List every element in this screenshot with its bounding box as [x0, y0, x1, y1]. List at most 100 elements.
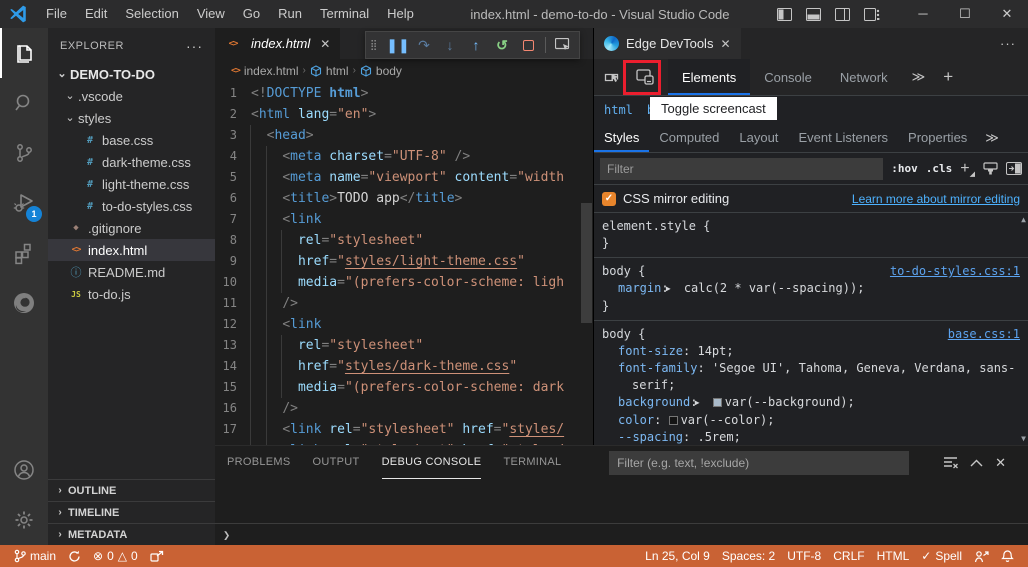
code-line[interactable]: 5 <meta name="viewport" content="width [215, 167, 593, 188]
cursor-position[interactable]: Ln 25, Col 9 [639, 545, 716, 567]
step-into-button[interactable]: ↓ [438, 33, 462, 57]
debug-launch-indicator[interactable] [144, 545, 170, 567]
close-panel-icon[interactable]: ✕ [995, 455, 1006, 471]
inspect-page-button[interactable] [551, 33, 575, 57]
tree-item-to-do-js[interactable]: JSto-do.js [48, 283, 215, 305]
css-rule[interactable]: element.style {} [594, 213, 1028, 258]
styles-tabs-overflow-icon[interactable]: ≫ [977, 123, 1007, 152]
panel-tab-debug-console[interactable]: DEBUG CONSOLE [382, 447, 482, 479]
tree-item-to-do-styles-css[interactable]: #to-do-styles.css [48, 195, 215, 217]
scroll-up-icon[interactable]: ▲ [1021, 215, 1026, 224]
tab-edge-devtools[interactable]: Edge DevTools ✕ [594, 28, 741, 59]
explorer-actions-icon[interactable]: ··· [186, 38, 203, 54]
styles-tab-event-listeners[interactable]: Event Listeners [788, 123, 898, 152]
activity-accounts[interactable] [0, 445, 48, 495]
activity-edge-devtools[interactable] [0, 278, 48, 328]
code-line[interactable]: 3 <head> [215, 125, 593, 146]
devtools-tab-elements[interactable]: Elements [668, 59, 750, 95]
css-file-link[interactable]: base.css:1 [940, 326, 1020, 343]
pause-button[interactable]: ❚❚ [386, 33, 410, 57]
maximize-panel-icon[interactable] [970, 459, 983, 467]
toggle-hover-state-button[interactable]: :hov [891, 162, 918, 175]
devtools-add-tab-icon[interactable]: + [935, 59, 961, 95]
feedback-indicator[interactable] [968, 545, 995, 567]
style-rules[interactable]: ▲ ▼ element.style {}body {to-do-styles.c… [594, 213, 1028, 445]
debug-console-input[interactable]: ❯ [215, 523, 1028, 545]
console-filter-input[interactable] [609, 451, 909, 475]
activity-source-control[interactable] [0, 128, 48, 178]
editor-scrollbar[interactable] [581, 203, 592, 323]
css-property[interactable]: font-family: 'Segoe UI', Tahoma, Geneva,… [602, 360, 1020, 394]
css-property[interactable]: font-size: 14pt; [602, 343, 1020, 360]
menu-go[interactable]: Go [234, 0, 269, 28]
code-line[interactable]: 14 href="styles/dark-theme.css" [215, 356, 593, 377]
color-format-icon[interactable] [983, 162, 998, 175]
tab-index-html[interactable]: <> index.html ✕ [215, 28, 340, 59]
css-property[interactable]: color: var(--color); [602, 412, 1020, 429]
menu-run[interactable]: Run [269, 0, 311, 28]
activity-settings[interactable] [0, 495, 48, 545]
devtools-tab-network[interactable]: Network [826, 59, 902, 95]
customize-layout-icon[interactable] [864, 8, 880, 21]
activity-explorer[interactable] [0, 28, 48, 78]
code-line[interactable]: 7 <link [215, 209, 593, 230]
activity-run-debug[interactable]: 1 [0, 178, 48, 228]
toggle-sidebar-icon[interactable] [777, 8, 792, 21]
code-line[interactable]: 17 <link rel="stylesheet" href="styles/ [215, 419, 593, 440]
panel-tab-problems[interactable]: PROBLEMS [227, 447, 291, 479]
code-line[interactable]: 9 href="styles/light-theme.css" [215, 251, 593, 272]
toggle-class-button[interactable]: .cls [926, 162, 953, 175]
step-out-button[interactable]: ↑ [464, 33, 488, 57]
css-property[interactable]: --spacing: .5rem; [602, 429, 1020, 445]
tree-item-styles[interactable]: ⌄styles [48, 107, 215, 129]
css-file-link[interactable]: to-do-styles.css:1 [882, 263, 1020, 280]
tree-item-base-css[interactable]: #base.css [48, 129, 215, 151]
code-line[interactable]: 12 <link [215, 314, 593, 335]
mirror-editing-link[interactable]: Learn more about mirror editing [852, 192, 1020, 206]
close-window-button[interactable]: ✕ [986, 0, 1028, 28]
maximize-button[interactable]: ☐ [944, 0, 986, 28]
code-line[interactable]: 16 /> [215, 398, 593, 419]
spell-checker[interactable]: ✓ Spell [915, 545, 968, 567]
code-line[interactable]: 1<!DOCTYPE html> [215, 83, 593, 104]
styles-filter-input[interactable] [600, 158, 883, 180]
panel-tab-terminal[interactable]: TERMINAL [503, 447, 561, 479]
eol-sequence[interactable]: CRLF [827, 545, 870, 567]
breadcrumb-item-html[interactable]: html [310, 64, 349, 78]
color-swatch[interactable] [669, 416, 678, 425]
breadcrumb-item-body[interactable]: body [360, 64, 402, 78]
step-over-button[interactable]: ↷ [412, 33, 436, 57]
restart-button[interactable]: ↺ [490, 33, 514, 57]
section-outline[interactable]: ›OUTLINE [48, 479, 215, 501]
drag-handle-icon[interactable]: ⣿ [370, 40, 384, 51]
menu-edit[interactable]: Edit [76, 0, 116, 28]
toggle-secondary-sidebar-icon[interactable] [835, 8, 850, 21]
sync-status[interactable] [62, 545, 87, 567]
problems-indicator[interactable]: ⊗ 0 △ 0 [87, 545, 144, 567]
menu-view[interactable]: View [188, 0, 234, 28]
menu-selection[interactable]: Selection [116, 0, 187, 28]
code-line[interactable]: 8 rel="stylesheet" [215, 230, 593, 251]
code-editor[interactable]: 1<!DOCTYPE html>2<html lang="en">3 <head… [215, 82, 593, 445]
section-timeline[interactable]: ›TIMELINE [48, 501, 215, 523]
code-line[interactable]: 18 <link rel="stylesheet" href="styles/ [215, 440, 593, 445]
styles-tab-properties[interactable]: Properties [898, 123, 977, 152]
branch-indicator[interactable]: main [8, 545, 62, 567]
scroll-down-icon[interactable]: ▼ [1021, 434, 1026, 443]
close-devtools-icon[interactable]: ✕ [720, 37, 730, 51]
css-rule[interactable]: body {to-do-styles.css:1margin: ▶calc(2 … [594, 258, 1028, 321]
language-mode[interactable]: HTML [871, 545, 916, 567]
encoding[interactable]: UTF-8 [781, 545, 827, 567]
tree-item-light-theme-css[interactable]: #light-theme.css [48, 173, 215, 195]
styles-tab-layout[interactable]: Layout [729, 123, 788, 152]
tree-item--gitignore[interactable]: ◆.gitignore [48, 217, 215, 239]
activity-search[interactable] [0, 78, 48, 128]
code-line[interactable]: 15 media="(prefers-color-scheme: dark [215, 377, 593, 398]
notifications[interactable] [995, 545, 1020, 567]
devtools-tab-console[interactable]: Console [750, 59, 826, 95]
css-property[interactable]: margin: ▶calc(2 * var(--spacing)); [602, 280, 1020, 298]
computed-sidebar-toggle-icon[interactable] [1006, 162, 1022, 175]
css-rule[interactable]: body {base.css:1font-size: 14pt;font-fam… [594, 321, 1028, 445]
code-line[interactable]: 2<html lang="en"> [215, 104, 593, 125]
tree-item-readme-md[interactable]: ⓘREADME.md [48, 261, 215, 283]
